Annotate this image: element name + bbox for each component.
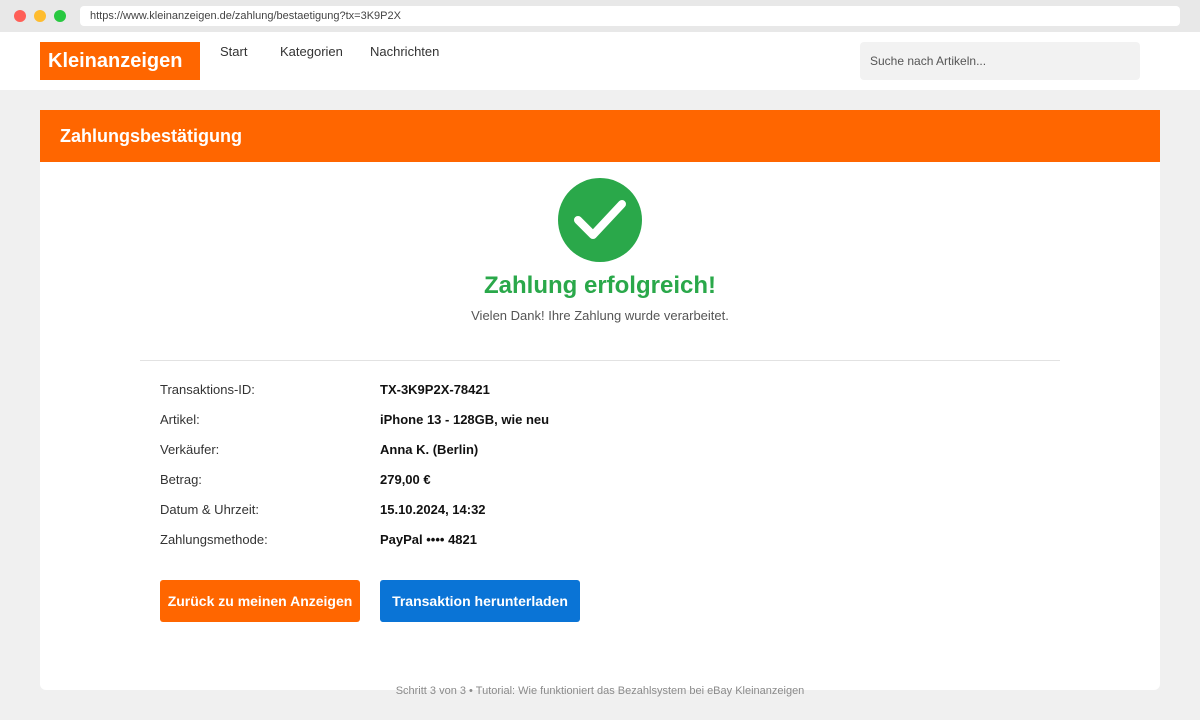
success-title: Zahlung erfolgreich! [483, 272, 716, 299]
back-to-listings-button[interactable]: Zurück zu meinen Anzeigen [160, 580, 360, 622]
transaction-id-value: TX-3K9P2X-78421 [380, 382, 490, 397]
detail-label: Betrag: [160, 472, 202, 487]
detail-row-payment-method: Zahlungsmethode: PayPal •••• 4821 [160, 532, 960, 552]
site-header: Kleinanzeigen Start Kategorien Nachricht… [0, 32, 1200, 90]
success-subtitle: Vielen Dank! Ihre Zahlung wurde verarbei… [471, 308, 729, 323]
detail-row-amount: Betrag: 279,00 € [160, 472, 960, 492]
article-value: iPhone 13 - 128GB, wie neu [380, 412, 550, 427]
payment-method-value: PayPal •••• 4821 [380, 532, 477, 547]
detail-row-article: Artikel: iPhone 13 - 128GB, wie neu [160, 412, 960, 432]
checkmark-circle-icon [558, 178, 642, 262]
detail-label: Verkäufer: [160, 442, 220, 457]
nav-start[interactable]: Start [220, 44, 247, 59]
site-logo[interactable]: Kleinanzeigen [40, 42, 200, 80]
amount-value: 279,00 € [380, 472, 431, 487]
browser-chrome: https://www.kleinanzeigen.de/zahlung/bes… [0, 0, 1200, 32]
nav-kategorien[interactable]: Kategorien [280, 44, 343, 59]
search-input[interactable] [860, 42, 1140, 80]
footer-note: Schritt 3 von 3 • Tutorial: Wie funktion… [395, 685, 805, 697]
detail-label: Datum & Uhrzeit: [160, 502, 259, 517]
nav-nachrichten[interactable]: Nachrichten [370, 44, 439, 59]
detail-row-transaction-id: Transaktions-ID: TX-3K9P2X-78421 [160, 382, 960, 402]
confirmation-card: Zahlungsbestätigung Zahlung erfolgreich!… [40, 110, 1160, 690]
seller-value: Anna K. (Berlin) [380, 442, 479, 457]
detail-row-seller: Verkäufer: Anna K. (Berlin) [160, 442, 960, 462]
address-bar[interactable]: https://www.kleinanzeigen.de/zahlung/bes… [80, 6, 1180, 26]
divider [140, 360, 1060, 361]
download-transaction-button[interactable]: Transaktion herunterladen [380, 580, 580, 622]
close-window-icon[interactable] [14, 10, 26, 22]
detail-label: Transaktions-ID: [160, 382, 255, 397]
detail-label: Zahlungsmethode: [160, 532, 268, 547]
page-title: Zahlungsbestätigung [40, 110, 1160, 162]
detail-row-datetime: Datum & Uhrzeit: 15.10.2024, 14:32 [160, 502, 960, 522]
datetime-value: 15.10.2024, 14:32 [380, 502, 486, 517]
minimize-window-icon[interactable] [34, 10, 46, 22]
detail-label: Artikel: [160, 412, 200, 427]
maximize-window-icon[interactable] [54, 10, 66, 22]
